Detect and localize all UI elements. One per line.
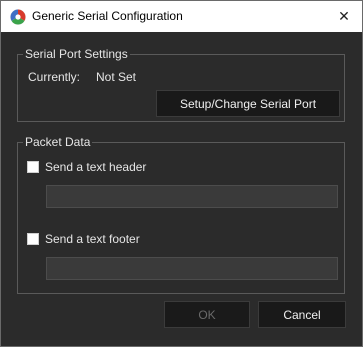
serial-port-settings-legend: Serial Port Settings: [23, 47, 130, 61]
close-icon[interactable]: ✕: [326, 1, 362, 32]
currently-label: Currently:: [28, 70, 81, 84]
dialog-window: Generic Serial Configuration ✕ Serial Po…: [0, 0, 363, 347]
title-bar[interactable]: Generic Serial Configuration ✕: [1, 1, 362, 32]
ok-button[interactable]: OK: [164, 301, 250, 328]
dialog-body: Serial Port Settings Currently: Not Set …: [1, 32, 362, 346]
send-footer-checkbox[interactable]: [27, 233, 39, 245]
cancel-button[interactable]: Cancel: [258, 301, 346, 328]
packet-data-legend: Packet Data: [23, 135, 93, 149]
send-footer-label[interactable]: Send a text footer: [45, 232, 140, 246]
send-header-checkbox[interactable]: [27, 161, 39, 173]
app-logo-icon: [10, 9, 26, 25]
serial-port-settings-group: Serial Port Settings Currently: Not Set …: [17, 47, 345, 122]
currently-value: Not Set: [96, 70, 137, 84]
window-title: Generic Serial Configuration: [32, 9, 183, 23]
send-header-label[interactable]: Send a text header: [45, 160, 146, 174]
setup-serial-port-button[interactable]: Setup/Change Serial Port: [156, 90, 340, 117]
footer-text-field[interactable]: [46, 257, 338, 280]
packet-data-group: Packet Data Send a text header Send a te…: [17, 135, 345, 294]
header-text-field[interactable]: [46, 185, 338, 208]
